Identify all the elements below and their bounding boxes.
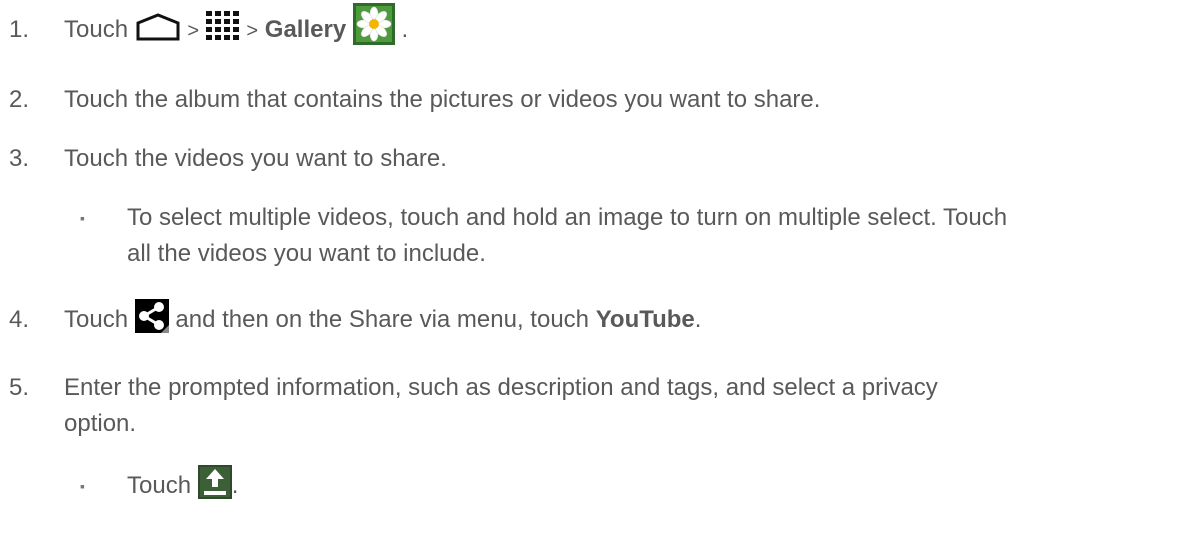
step-2-number: 2.: [9, 86, 30, 113]
step-5-line-1: Enter the prompted information, such as …: [64, 374, 938, 401]
step-4-number: 4.: [9, 306, 30, 333]
step-5-line-2: option.: [64, 410, 137, 437]
step-1-gt-2: >: [246, 20, 259, 42]
bullet-1-marker: ▪: [80, 210, 85, 226]
step-1-end: .: [401, 16, 409, 43]
upload-icon: [197, 464, 232, 499]
step-1-gt-1: >: [187, 20, 200, 42]
bullet-2-marker: ▪: [80, 478, 85, 494]
step-5-number: 5.: [9, 374, 30, 401]
gallery-flower-icon: [352, 2, 395, 45]
step-1-text: Touch > > Gallery .: [64, 2, 409, 47]
bullet-1-line-2: all the videos you want to include.: [127, 240, 486, 267]
gallery-label: Gallery: [264, 16, 347, 43]
step-3-number: 3.: [9, 145, 30, 172]
step-4-mid: and then on the Share via menu, touch: [175, 306, 590, 333]
step-1-touch: Touch: [64, 16, 129, 43]
youtube-label: YouTube: [595, 306, 695, 333]
home-icon: [136, 13, 180, 41]
bullet-2-touch: Touch: [127, 472, 192, 499]
bullet-1-line-1: To select multiple videos, touch and hol…: [127, 204, 1008, 231]
step-2-text: Touch the album that contains the pictur…: [64, 86, 821, 113]
step-4-end: .: [694, 306, 702, 333]
step-3-text: Touch the videos you want to share.: [64, 145, 447, 172]
step-1-number: 1.: [9, 16, 30, 43]
bullet-2-end: .: [231, 472, 239, 499]
apps-grid-icon: [205, 10, 239, 40]
bullet-2-text: Touch .: [127, 464, 239, 502]
step-4-text: Touch and then on the Share via menu, to…: [64, 298, 702, 336]
share-icon: [134, 298, 169, 333]
step-4-touch: Touch: [64, 306, 129, 333]
